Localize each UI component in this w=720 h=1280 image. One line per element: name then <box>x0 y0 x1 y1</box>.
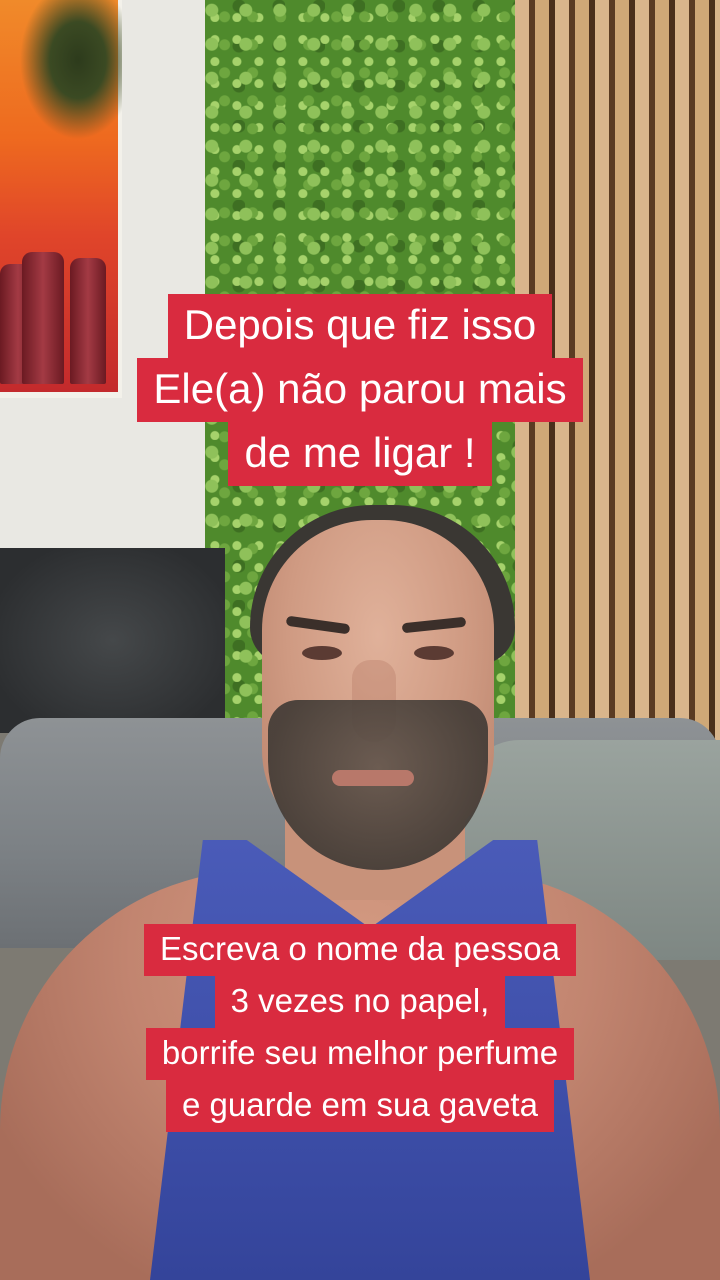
caption-line: 3 vezes no papel, <box>214 976 506 1028</box>
caption-line: de me ligar ! <box>228 422 492 486</box>
caption-line: Escreva o nome da pessoa <box>144 924 576 976</box>
caption-line: borrife seu melhor perfume <box>145 1028 575 1080</box>
top-caption: Depois que fiz isso Ele(a) não parou mai… <box>0 294 720 486</box>
left-eye <box>302 646 342 660</box>
person-mouth <box>332 770 414 786</box>
palm-tree-in-painting <box>12 0 122 150</box>
caption-line: Ele(a) não parou mais <box>137 358 583 422</box>
right-eye <box>414 646 454 660</box>
caption-line: e guarde em sua gaveta <box>166 1080 554 1132</box>
video-frame[interactable]: Depois que fiz isso Ele(a) não parou mai… <box>0 0 720 1280</box>
caption-line: Depois que fiz isso <box>167 294 553 358</box>
bottom-caption: Escreva o nome da pessoa 3 vezes no pape… <box>0 924 720 1132</box>
chalkboard <box>0 548 225 733</box>
